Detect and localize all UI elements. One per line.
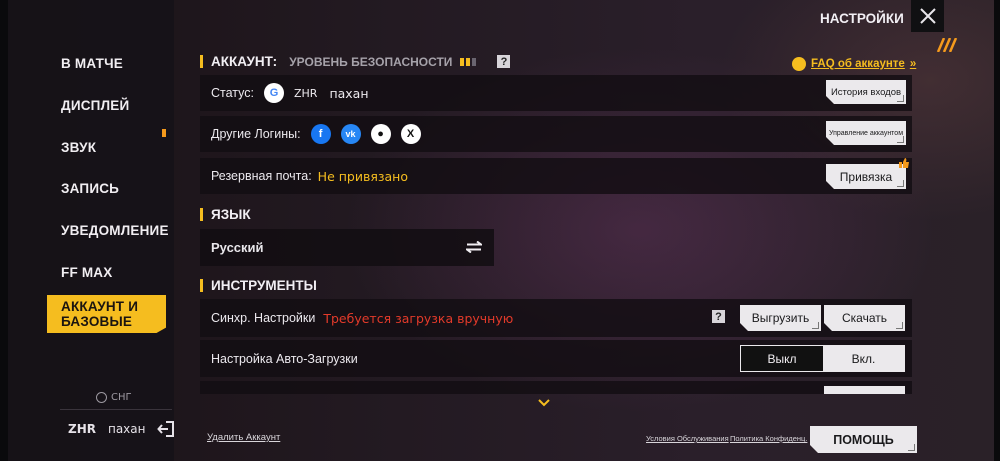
- decorative-stripes: [936, 38, 958, 52]
- x-twitter-icon[interactable]: X: [400, 124, 421, 144]
- section-accent-bar: [200, 208, 203, 221]
- clipped-button[interactable]: [824, 386, 905, 394]
- help-button[interactable]: ПОМОЩЬ: [810, 426, 917, 453]
- language-value: Русский: [211, 240, 264, 255]
- delete-account-link[interactable]: Удалить Аккаунт: [207, 432, 280, 443]
- auto-load-toggle[interactable]: Выкл Вкл.: [740, 345, 905, 372]
- security-level-indicator: [460, 57, 477, 66]
- status-label: Статус:: [211, 86, 254, 100]
- help-icon[interactable]: ?: [712, 310, 725, 323]
- toggle-on-option[interactable]: Вкл.: [823, 346, 904, 371]
- faq-link[interactable]: FAQ об аккаунте »: [792, 57, 916, 71]
- backup-email-value: Не привязано: [317, 168, 408, 184]
- manage-account-button[interactable]: Управление аккаунтом: [826, 121, 906, 145]
- account-section-header: АККАУНТ: УРОВЕНЬ БЕЗОПАСНОСТИ ?: [200, 54, 511, 69]
- status-row: Статус: G ZHR пахан: [200, 75, 912, 111]
- language-section-header: ЯЗЫК: [200, 207, 251, 222]
- terms-of-service-link[interactable]: Условия Обслуживания: [646, 434, 729, 443]
- tools-section-title: ИНСТРУМЕНТЫ: [211, 278, 317, 293]
- security-pip: [460, 57, 465, 66]
- sidebar-item-account[interactable]: АККАУНТ И БАЗОВЫЕ: [47, 295, 166, 333]
- tools-section-header: ИНСТРУМЕНТЫ: [200, 278, 317, 293]
- sidebar-item-display[interactable]: ДИСПЛЕЙ: [47, 85, 166, 125]
- sync-status: Требуется загрузка вручную: [323, 310, 514, 326]
- login-history-button[interactable]: История входов: [826, 80, 906, 104]
- sidebar-item-recording[interactable]: ЗАПИСЬ: [47, 168, 166, 208]
- thumbs-up-icon: [899, 158, 909, 168]
- sidebar-item-notifications[interactable]: УВЕДОМЛЕНИЕ: [47, 210, 168, 250]
- security-pip: [466, 57, 471, 66]
- faq-icon: [792, 57, 806, 71]
- region-indicator: СНГ: [96, 392, 132, 403]
- language-section-title: ЯЗЫК: [211, 207, 251, 222]
- region-label: СНГ: [111, 392, 132, 403]
- user-name: пахан: [107, 422, 146, 436]
- backup-email-row: Резервная почта: Не привязано: [200, 158, 912, 194]
- security-pip: [472, 57, 477, 66]
- download-button[interactable]: Скачать: [824, 305, 905, 331]
- close-icon: [919, 8, 936, 24]
- faq-link-label: FAQ об аккаунте: [811, 58, 905, 70]
- sidebar-notification-marker: [162, 129, 166, 137]
- user-tag: ZHR: [68, 422, 96, 436]
- right-edge: [994, 0, 1000, 461]
- section-accent-bar: [200, 279, 203, 292]
- other-logins-row: Другие Логины: f vk ● X: [200, 116, 912, 152]
- vk-icon[interactable]: vk: [340, 124, 361, 144]
- sidebar-divider: [60, 409, 172, 410]
- account-section-title: АККАУНТ:: [211, 54, 278, 69]
- close-button[interactable]: [911, 0, 944, 32]
- bind-email-button[interactable]: Привязка: [826, 164, 906, 189]
- status-name: пахан: [329, 85, 369, 101]
- swap-icon: [466, 241, 482, 253]
- other-logins-label: Другие Логины:: [211, 127, 301, 141]
- language-selector[interactable]: Русский: [200, 229, 494, 266]
- sidebar-item-in-match[interactable]: В МАТЧЕ: [47, 43, 166, 83]
- clipped-row: [200, 381, 912, 394]
- chevron-down-icon[interactable]: [538, 399, 550, 407]
- settings-screen: В МАТЧЕ ДИСПЛЕЙ ЗВУК ЗАПИСЬ УВЕДОМЛЕНИЕ …: [0, 0, 1000, 461]
- auto-load-label: Настройка Авто-Загрузки: [211, 351, 358, 366]
- security-level-label: УРОВЕНЬ БЕЗОПАСНОСТИ: [289, 54, 453, 69]
- facebook-icon[interactable]: f: [310, 124, 331, 144]
- globe-icon: [96, 392, 107, 403]
- sidebar-user: ZHR пахан: [68, 420, 175, 438]
- upload-button[interactable]: Выгрузить: [740, 305, 821, 331]
- toggle-off-option[interactable]: Выкл: [741, 346, 823, 371]
- apple-icon[interactable]: ●: [370, 124, 391, 144]
- left-edge: [0, 0, 8, 461]
- privacy-policy-link[interactable]: Политика Конфиденц.: [730, 434, 807, 443]
- double-chevron-icon: »: [909, 58, 917, 70]
- google-icon: G: [264, 83, 284, 103]
- backup-email-label: Резервная почта:: [211, 169, 312, 183]
- sidebar-item-sound[interactable]: ЗВУК: [47, 127, 166, 167]
- help-icon[interactable]: ?: [497, 55, 511, 68]
- sync-label: Синхр. Настройки: [211, 311, 316, 325]
- page-title: НАСТРОЙКИ: [820, 11, 904, 26]
- logout-icon[interactable]: [157, 420, 175, 438]
- sidebar-item-ff-max[interactable]: FF MAX: [47, 252, 166, 292]
- status-tag: ZHR: [294, 86, 318, 100]
- section-accent-bar: [200, 55, 203, 68]
